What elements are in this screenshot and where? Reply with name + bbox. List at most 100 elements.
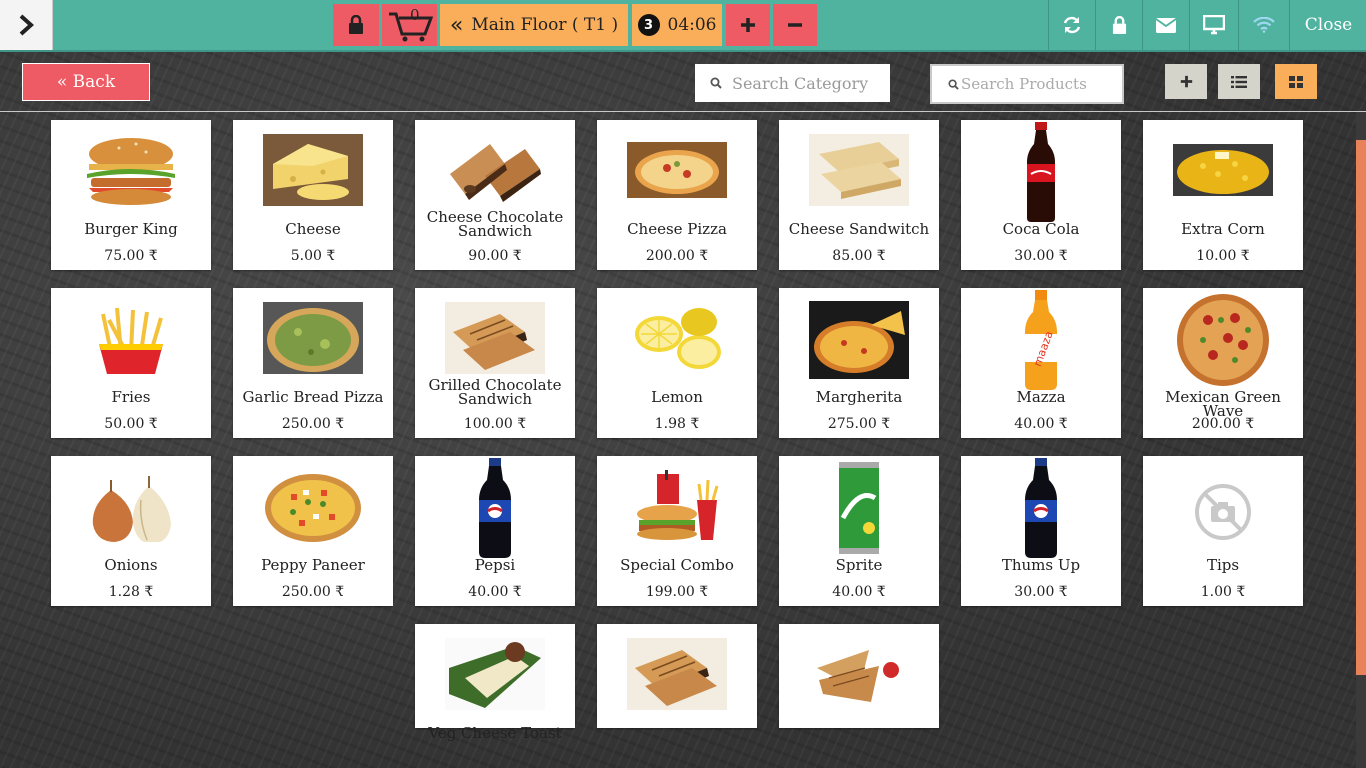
search-icon xyxy=(710,77,722,89)
product-card-special-combo[interactable]: Special Combo 199.00 ₹ xyxy=(597,456,757,606)
product-price: 250.00 ₹ xyxy=(281,416,345,432)
product-name: Pepsi xyxy=(474,556,516,574)
add-product-button[interactable] xyxy=(1165,64,1207,99)
list-view-button[interactable] xyxy=(1218,64,1260,99)
bottle-blue-icon xyxy=(479,458,511,558)
product-card-onions[interactable]: Onions 1.28 ₹ xyxy=(51,456,211,606)
product-card-grilled-chocolate-sandwich[interactable]: Grilled Chocolate Sandwich 100.00 ₹ xyxy=(415,288,575,438)
product-name: Cheese Pizza xyxy=(627,220,727,238)
search-icon xyxy=(948,78,959,90)
product-card-mexican-green-wave[interactable]: Mexican Green Wave 200.00 ₹ xyxy=(1143,288,1303,438)
order-timer-button[interactable]: 3 04:06 xyxy=(632,4,722,46)
sandwich-stack-icon xyxy=(809,134,909,206)
search-products-input[interactable]: Search Products xyxy=(930,64,1124,104)
product-card-garlic-bread-pizza[interactable]: Garlic Bread Pizza 250.00 ₹ xyxy=(233,288,393,438)
product-card-sprite[interactable]: Sprite 40.00 ₹ xyxy=(779,456,939,606)
product-price: 275.00 ₹ xyxy=(827,416,891,432)
bottle-red-icon xyxy=(1027,122,1055,222)
product-name: Grilled Chocolate Sandwich xyxy=(428,376,562,408)
product-card-fries[interactable]: Fries 50.00 ₹ xyxy=(51,288,211,438)
top-bar: 0 « Main Floor ( T1 ) 3 04:06 Close xyxy=(0,0,1366,52)
product-price: 199.00 ₹ xyxy=(645,584,709,600)
remove-order-button[interactable] xyxy=(773,4,817,46)
product-name: Special Combo xyxy=(620,556,734,574)
pizza-round-icon xyxy=(1177,294,1269,386)
product-name: Mazza xyxy=(1016,388,1066,406)
product-name: Veg Cheese Toast xyxy=(428,724,562,742)
monitor-icon xyxy=(1203,15,1225,35)
product-card-margherita[interactable]: Margherita 275.00 ₹ xyxy=(779,288,939,438)
product-price: 30.00 ₹ xyxy=(1014,248,1068,264)
sandwich-triangle-icon xyxy=(809,638,909,710)
plus-icon xyxy=(1180,75,1192,88)
lock-icon xyxy=(1112,15,1126,34)
back-button[interactable]: « Back xyxy=(22,63,150,101)
product-name: Garlic Bread Pizza xyxy=(242,388,384,406)
product-name: Peppy Paneer xyxy=(261,556,365,574)
product-price: 200.00 ₹ xyxy=(645,248,709,264)
cart-button[interactable]: 0 xyxy=(382,4,437,46)
product-price: 100.00 ₹ xyxy=(463,416,527,432)
product-card-veg-cheese-toast[interactable]: Veg Cheese Toast xyxy=(415,624,575,741)
product-price: 5.00 ₹ xyxy=(290,248,336,264)
product-card-extra-corn[interactable]: Extra Corn 10.00 ₹ xyxy=(1143,120,1303,270)
search-products-placeholder: Search Products xyxy=(961,75,1087,93)
chevron-right-icon xyxy=(19,14,34,36)
product-card-thums-up[interactable]: Thums Up 30.00 ₹ xyxy=(961,456,1121,606)
product-card-burger-king[interactable]: Burger King 75.00 ₹ xyxy=(51,120,211,270)
product-name: Burger King xyxy=(84,220,178,238)
product-name: Onions xyxy=(104,556,158,574)
sandwich-grilled-icon xyxy=(445,302,545,374)
sandwich-dark-icon xyxy=(450,144,541,202)
product-name: Cheese xyxy=(285,220,341,238)
lock-order-button[interactable] xyxy=(333,4,379,46)
product-name: Extra Corn xyxy=(1181,220,1265,238)
lock-screen-button[interactable] xyxy=(1095,0,1142,50)
product-card[interactable] xyxy=(779,624,939,728)
product-card-cheese[interactable]: Cheese 5.00 ₹ xyxy=(233,120,393,270)
lemon-icon xyxy=(635,308,721,369)
product-scrollbar-thumb[interactable] xyxy=(1356,140,1366,675)
product-card[interactable] xyxy=(597,624,757,728)
product-card-lemon[interactable]: Lemon 1.98 ₹ xyxy=(597,288,757,438)
product-price: 50.00 ₹ xyxy=(104,416,158,432)
product-card-mazza[interactable]: maaza Mazza 40.00 ₹ xyxy=(961,288,1121,438)
floor-selector-button[interactable]: « Main Floor ( T1 ) xyxy=(440,4,628,46)
product-card-cheese-sandwitch[interactable]: Cheese Sandwitch 85.00 ₹ xyxy=(779,120,939,270)
order-count-badge: 3 xyxy=(637,14,660,36)
sidebar-toggle-button[interactable] xyxy=(0,0,53,50)
order-timer: 04:06 xyxy=(667,15,717,35)
product-price: 1.00 ₹ xyxy=(1200,584,1246,600)
product-card-cheese-pizza[interactable]: Cheese Pizza 200.00 ₹ xyxy=(597,120,757,270)
connection-status-button[interactable] xyxy=(1238,0,1289,50)
product-card-peppy-paneer[interactable]: Peppy Paneer 250.00 ₹ xyxy=(233,456,393,606)
floor-label: Main Floor ( T1 ) xyxy=(471,15,619,35)
search-category-input[interactable]: Search Category xyxy=(695,64,890,102)
product-name: Tips xyxy=(1206,556,1240,574)
add-order-button[interactable] xyxy=(726,4,770,46)
product-card-pepsi[interactable]: Pepsi 40.00 ₹ xyxy=(415,456,575,606)
product-price: 10.00 ₹ xyxy=(1196,248,1250,264)
product-card-coca-cola[interactable]: Coca Cola 30.00 ₹ xyxy=(961,120,1121,270)
product-name: Fries xyxy=(111,388,151,406)
product-price: 250.00 ₹ xyxy=(281,584,345,600)
product-price: 1.98 ₹ xyxy=(654,416,700,432)
product-name: Thums Up xyxy=(1001,556,1081,574)
onion-icon xyxy=(92,476,171,542)
customer-display-button[interactable] xyxy=(1189,0,1238,50)
product-name: Margherita xyxy=(815,388,903,406)
messages-button[interactable] xyxy=(1142,0,1189,50)
product-name: Coca Cola xyxy=(1002,220,1080,238)
list-icon xyxy=(1231,75,1247,88)
cart-count: 0 xyxy=(410,6,420,24)
minus-icon xyxy=(788,23,802,27)
close-button[interactable]: Close xyxy=(1289,0,1366,50)
product-card-tips[interactable]: Tips 1.00 ₹ xyxy=(1143,456,1303,606)
combo-icon xyxy=(637,470,719,540)
product-name: Mexican Green Wave xyxy=(1165,388,1281,420)
sync-button[interactable] xyxy=(1048,0,1095,50)
lock-icon xyxy=(349,15,363,34)
product-card-cheese-chocolate-sandwich[interactable]: Cheese Chocolate Sandwich 90.00 ₹ xyxy=(415,120,575,270)
product-price: 40.00 ₹ xyxy=(468,584,522,600)
grid-view-button[interactable] xyxy=(1275,64,1317,99)
